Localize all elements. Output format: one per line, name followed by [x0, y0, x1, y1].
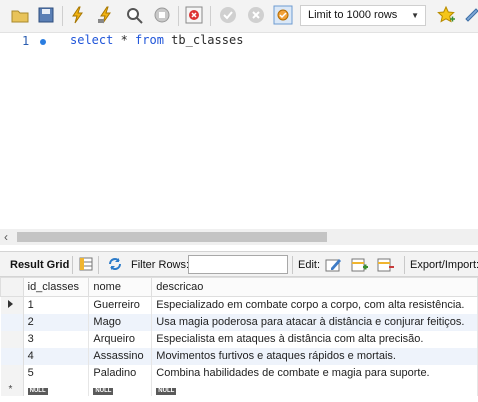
cell-id[interactable]: 3: [23, 330, 90, 348]
export-import-label[interactable]: Export/Import:: [410, 259, 478, 271]
execute-current-lightning-icon[interactable]: [96, 5, 116, 25]
result-grid-tab[interactable]: Result Grid: [10, 259, 69, 271]
cell-nome[interactable]: Paladino: [88, 364, 153, 382]
current-row-marker: [0, 296, 24, 314]
filter-rows-input[interactable]: [188, 255, 288, 274]
cell-descricao[interactable]: Especializado em combate corpo a corpo, …: [151, 296, 478, 314]
open-folder-icon[interactable]: [10, 5, 30, 25]
grid-layout-icon[interactable]: [79, 257, 93, 274]
sql-editor-toolbar: Limit to 1000 rows ▼: [0, 0, 478, 33]
rollback-icon[interactable]: [246, 5, 266, 25]
add-row-icon[interactable]: [351, 256, 369, 277]
cell-descricao[interactable]: Combina habilidades de combate e magia p…: [151, 364, 478, 382]
play-icon: [7, 300, 13, 309]
commit-icon[interactable]: [218, 5, 238, 25]
table-row[interactable]: 5 Paladino Combina habilidades de combat…: [0, 364, 478, 382]
scrollbar-thumb[interactable]: [17, 232, 327, 242]
table-row[interactable]: 4 Assassino Movimentos furtivos e ataque…: [0, 347, 478, 365]
new-row[interactable]: * NULL NULL NULL: [0, 381, 478, 396]
beautify-icon[interactable]: [462, 5, 478, 25]
explain-magnifier-icon[interactable]: [124, 5, 144, 25]
cell-id[interactable]: 4: [23, 347, 90, 365]
keyword-from: from: [135, 33, 164, 47]
table-row[interactable]: 3 Arqueiro Especialista em ataques à dis…: [0, 330, 478, 348]
editor-horizontal-scrollbar[interactable]: ‹: [0, 229, 478, 245]
save-icon[interactable]: [36, 5, 56, 25]
chevron-down-icon: ▼: [411, 11, 419, 20]
null-badge: NULL: [93, 387, 114, 395]
row-header-corner: [0, 277, 24, 297]
cell-nome[interactable]: Arqueiro: [88, 330, 153, 348]
line-number: 1: [22, 34, 30, 48]
row-gutter: [0, 313, 24, 331]
sql-query-text[interactable]: select * from tb_classes: [70, 33, 243, 47]
null-cell[interactable]: NULL: [23, 381, 90, 396]
cell-descricao[interactable]: Movimentos furtivos e ataques rápidos e …: [151, 347, 478, 365]
execute-lightning-icon[interactable]: [68, 5, 88, 25]
table-row[interactable]: 1 Guerreiro Especializado em combate cor…: [0, 296, 478, 314]
result-grid: id_classes nome descricao 1 Guerreiro Es…: [0, 277, 478, 402]
stop-icon[interactable]: [152, 5, 172, 25]
line-marker-dot: [40, 39, 46, 45]
null-badge: NULL: [27, 387, 48, 395]
row-gutter: [0, 347, 24, 365]
cell-descricao[interactable]: Usa magia poderosa para atacar à distânc…: [151, 313, 478, 331]
toggle-error-icon[interactable]: [184, 5, 204, 25]
keyword-select: select: [70, 33, 114, 47]
column-header-descricao[interactable]: descricao: [151, 277, 478, 297]
limit-rows-value: Limit to 1000 rows: [308, 9, 398, 21]
cell-id[interactable]: 1: [23, 296, 90, 314]
bookmark-star-icon[interactable]: [436, 5, 456, 25]
filter-rows-label: Filter Rows:: [131, 259, 190, 271]
new-row-marker: *: [0, 381, 24, 396]
null-cell[interactable]: NULL: [151, 381, 478, 396]
limit-rows-select[interactable]: Limit to 1000 rows ▼: [300, 5, 426, 26]
cell-descricao[interactable]: Especialista em ataques à distância com …: [151, 330, 478, 348]
autocommit-icon[interactable]: [273, 5, 293, 25]
edit-label: Edit:: [298, 259, 321, 271]
sql-editor[interactable]: 1 select * from tb_classes: [0, 33, 478, 229]
result-table: id_classes nome descricao 1 Guerreiro Es…: [0, 277, 478, 396]
column-header-nome[interactable]: nome: [88, 277, 153, 297]
code-star: *: [113, 33, 136, 47]
cell-nome[interactable]: Assassino: [88, 347, 153, 365]
null-cell[interactable]: NULL: [88, 381, 153, 396]
row-gutter: [0, 364, 24, 382]
column-header-id_classes[interactable]: id_classes: [22, 277, 90, 297]
edit-cell-icon[interactable]: [325, 256, 343, 277]
scroll-left-arrow-icon[interactable]: ‹: [4, 230, 8, 244]
delete-row-icon[interactable]: [377, 256, 395, 277]
row-gutter: [0, 330, 24, 348]
cell-id[interactable]: 2: [23, 313, 90, 331]
cell-nome[interactable]: Guerreiro: [88, 296, 153, 314]
refresh-icon[interactable]: [107, 256, 123, 275]
null-badge: NULL: [156, 387, 177, 395]
result-toolbar: Result Grid Filter Rows: Edit: Export/Im…: [0, 251, 478, 277]
new-row-star: *: [8, 383, 13, 395]
code-table-name: tb_classes: [163, 33, 244, 47]
cell-nome[interactable]: Mago: [88, 313, 153, 331]
table-row[interactable]: 2 Mago Usa magia poderosa para atacar à …: [0, 313, 478, 331]
cell-id[interactable]: 5: [23, 364, 90, 382]
